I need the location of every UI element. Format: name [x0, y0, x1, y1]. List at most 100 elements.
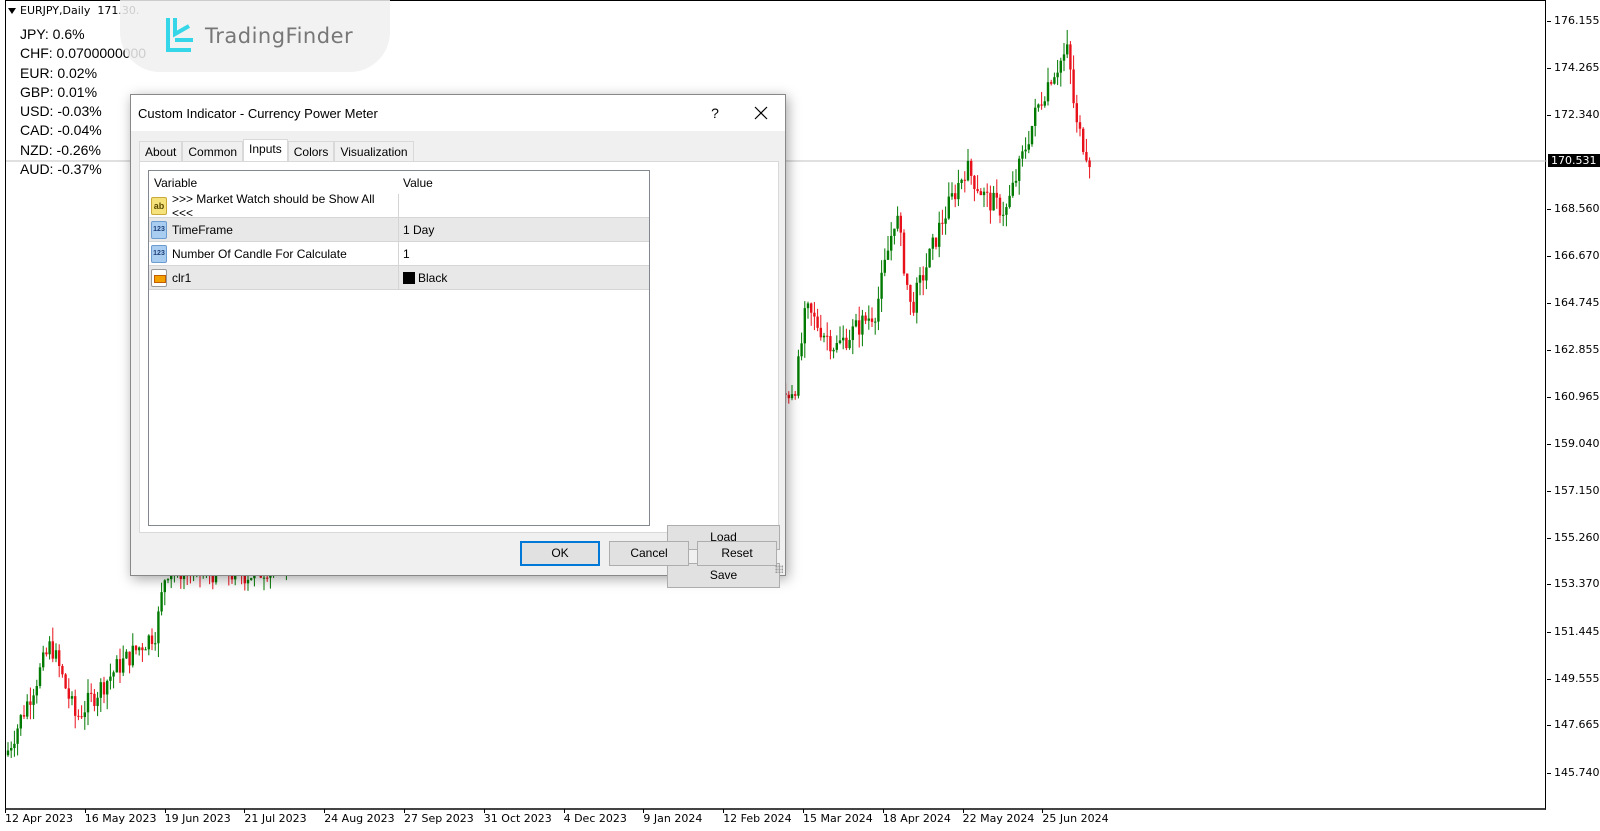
candle-body — [877, 298, 880, 322]
time-tick-label: 18 Apr 2024 — [882, 809, 951, 825]
candle — [797, 349, 800, 399]
candle-body — [122, 658, 125, 673]
candle-body — [938, 222, 941, 247]
row-value[interactable]: 1 Day — [403, 223, 434, 237]
candle-body — [22, 715, 26, 717]
candle-body — [960, 179, 963, 183]
ok-button[interactable]: OK — [520, 541, 600, 566]
resize-grip[interactable] — [775, 565, 783, 573]
candle-body — [32, 695, 35, 705]
tab-common[interactable]: Common — [182, 141, 244, 161]
candle-body — [45, 652, 48, 655]
candle — [102, 676, 106, 704]
collapse-triangle-icon[interactable] — [8, 8, 16, 14]
candle — [38, 663, 42, 689]
candle — [122, 645, 125, 677]
dialog-title: Custom Indicator - Currency Power Meter — [138, 106, 378, 121]
candle-body — [1078, 122, 1082, 129]
candle-body — [1062, 54, 1066, 61]
candle-body — [944, 218, 947, 224]
cancel-button[interactable]: Cancel — [609, 541, 689, 566]
candle-body — [979, 191, 982, 196]
candle — [813, 302, 816, 331]
close-button[interactable] — [747, 101, 775, 125]
candle-body — [42, 652, 45, 668]
candle — [150, 628, 154, 651]
time-tick-label: 9 Jan 2024 — [643, 809, 703, 825]
candle — [115, 655, 118, 673]
candle — [826, 322, 829, 351]
candle — [160, 582, 163, 616]
tab-about[interactable]: About — [139, 141, 183, 161]
candle — [986, 183, 989, 208]
candle — [80, 705, 83, 720]
candle — [163, 579, 166, 606]
candle-body — [115, 659, 118, 673]
help-button[interactable]: ? — [703, 101, 727, 125]
candle — [877, 286, 880, 331]
candle-body — [813, 312, 816, 317]
candle-body — [1069, 44, 1072, 70]
candle — [125, 649, 128, 659]
price-scale: 176.155 174.265 172.340 168.560 166.670 164.7… — [1547, 0, 1600, 810]
table-row[interactable]: clr1 Black — [149, 266, 649, 290]
header-variable[interactable]: Variable — [149, 176, 399, 190]
candle-body — [902, 232, 906, 274]
price-tick-label: 172.340 — [1547, 109, 1600, 121]
candle-body — [131, 645, 134, 666]
candle — [54, 643, 58, 663]
candle — [822, 332, 826, 343]
candle — [166, 578, 170, 584]
candle — [973, 174, 976, 202]
row-value[interactable]: Black — [418, 271, 447, 285]
row-value[interactable]: 1 — [403, 247, 410, 261]
candle-body — [246, 579, 250, 584]
save-button[interactable]: Save — [667, 563, 780, 588]
tab-inputs[interactable]: Inputs — [243, 139, 288, 162]
candle — [1018, 155, 1021, 195]
candle — [1024, 137, 1027, 159]
candle-body — [154, 643, 157, 645]
candle-body — [35, 685, 38, 696]
table-row[interactable]: ab >>> Market Watch should be Show All <<… — [149, 192, 649, 220]
candle-body — [112, 672, 115, 677]
candle-body — [1072, 69, 1075, 104]
header-value[interactable]: Value — [399, 176, 433, 190]
candle-body — [1050, 82, 1053, 84]
candle-body — [874, 321, 877, 323]
candle-body — [250, 578, 253, 580]
candle-body — [941, 222, 944, 224]
price-tick-label: 160.965 — [1547, 390, 1600, 403]
currency-item: EUR: 0.02% — [20, 64, 98, 81]
candle — [963, 171, 966, 193]
candle-body — [138, 647, 141, 651]
candle — [794, 390, 797, 400]
candle-body — [74, 696, 77, 716]
candle — [90, 683, 93, 703]
candle — [995, 179, 998, 209]
tab-visualization[interactable]: Visualization — [334, 141, 414, 161]
candle-body — [1024, 149, 1027, 152]
candle — [106, 679, 109, 710]
candle — [58, 644, 61, 678]
candle — [1037, 103, 1040, 112]
candle-body — [851, 326, 854, 341]
candle-body — [829, 336, 832, 352]
candle-body — [966, 160, 970, 181]
table-row[interactable]: 123 Number Of Candle For Calculate 1 — [149, 242, 649, 266]
tab-colors[interactable]: Colors — [287, 141, 335, 161]
candle — [61, 663, 64, 678]
candle-body — [150, 635, 154, 644]
candle-body — [810, 303, 813, 313]
table-row[interactable]: 123 TimeFrame 1 Day — [149, 218, 649, 242]
reset-button[interactable]: Reset — [697, 541, 777, 566]
candle — [966, 149, 970, 182]
dialog-titlebar[interactable]: Custom Indicator - Currency Power Meter … — [131, 95, 785, 131]
candle — [864, 312, 867, 325]
candle-body — [925, 267, 928, 281]
candle-body — [1066, 44, 1069, 55]
candle — [979, 188, 982, 196]
candle-body — [957, 182, 960, 200]
time-tick-label: 15 Mar 2024 — [803, 809, 873, 825]
candle-body — [806, 303, 810, 309]
